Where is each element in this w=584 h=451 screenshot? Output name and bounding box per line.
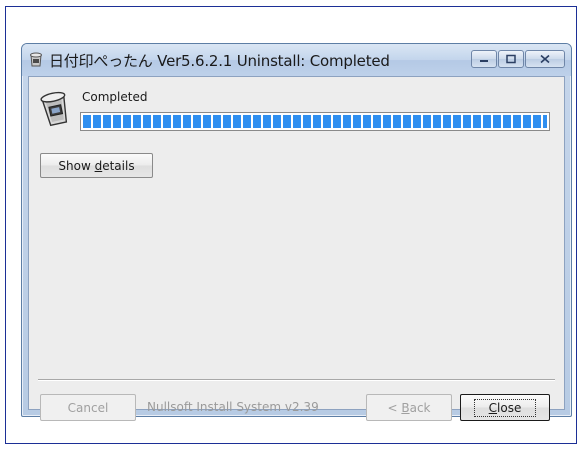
show-details-label: Show details (58, 158, 135, 173)
back-label: < Back (387, 400, 431, 415)
cancel-label: Cancel (67, 400, 109, 415)
progress-fill (83, 115, 547, 128)
installer-icon (28, 51, 44, 67)
close-label: Close (473, 398, 537, 417)
window-controls (471, 50, 565, 70)
progress-bar (80, 112, 550, 131)
recycle-bin-icon (38, 87, 72, 127)
branding-text: Nullsoft Install System v2.39 (147, 400, 319, 414)
cancel-button[interactable]: Cancel (40, 394, 136, 421)
back-button[interactable]: < Back (366, 394, 452, 421)
title-bar[interactable]: 日付印ぺったん Ver5.6.2.1 Uninstall: Completed (22, 44, 571, 76)
client-area: Completed Show details Cancel Nullsoft I… (28, 76, 565, 421)
close-button[interactable]: Close (460, 394, 550, 421)
show-details-button[interactable]: Show details (40, 153, 153, 178)
footer-divider (38, 379, 555, 381)
minimize-icon (480, 60, 488, 62)
close-window-button[interactable] (525, 50, 565, 68)
maximize-icon (506, 54, 516, 64)
close-icon (540, 54, 550, 64)
window-title: 日付印ぺったん Ver5.6.2.1 Uninstall: Completed (49, 52, 390, 70)
minimize-button[interactable] (471, 50, 497, 68)
maximize-button[interactable] (498, 50, 524, 68)
uninstaller-window: 日付印ぺったん Ver5.6.2.1 Uninstall: Completed (21, 43, 572, 421)
status-text: Completed (82, 90, 148, 104)
